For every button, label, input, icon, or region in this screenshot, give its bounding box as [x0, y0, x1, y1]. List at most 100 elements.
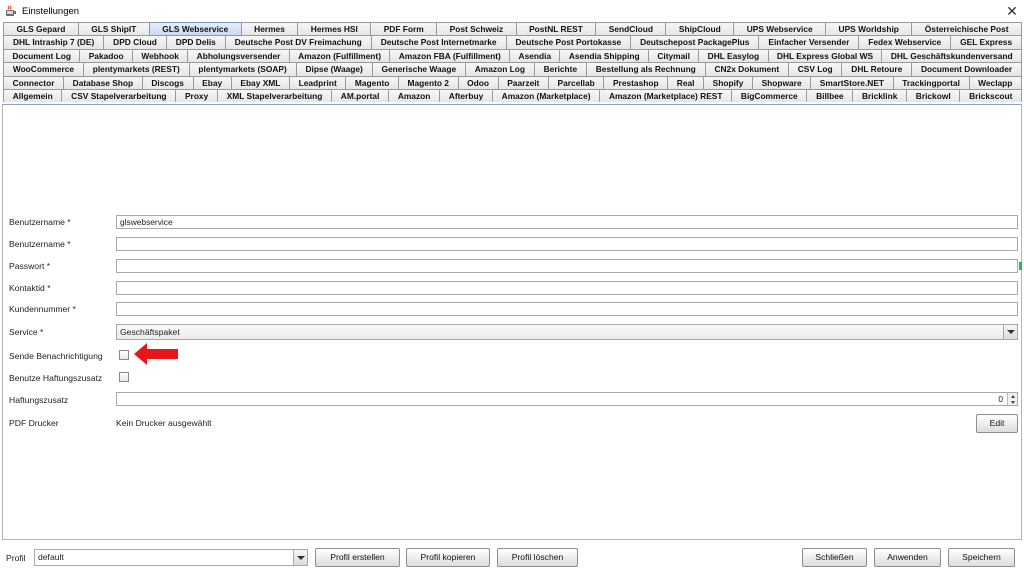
close-window-button[interactable]: ✕ [1000, 0, 1024, 22]
profil-loeschen-button[interactable]: Profil löschen [497, 548, 578, 567]
tab-generische-waage[interactable]: Generische Waage [371, 62, 466, 76]
speichern-button[interactable]: Speichern [948, 548, 1015, 567]
tab-odoo[interactable]: Odoo [457, 75, 499, 89]
tab-dpd-delis[interactable]: DPD Delis [165, 35, 226, 49]
tab-amazon-marketplace[interactable]: Amazon (Marketplace) [491, 88, 601, 103]
tab-österreichische-post[interactable]: Österreichische Post [911, 22, 1023, 36]
benutzername-input[interactable]: glswebservice [116, 215, 1018, 229]
tab-hermes[interactable]: Hermes [240, 22, 299, 36]
tab-gel-express[interactable]: GEL Express [950, 35, 1023, 49]
tab-asendia[interactable]: Asendia [509, 48, 561, 63]
tab-ups-worldship[interactable]: UPS Worldship [825, 22, 913, 36]
tab-ebay-xml[interactable]: Ebay XML [230, 75, 290, 89]
edit-printer-button[interactable]: Edit [976, 414, 1018, 433]
tab-plentymarkets-soap[interactable]: plentymarkets (SOAP) [188, 62, 297, 76]
tab-gls-gepard[interactable]: GLS Gepard [3, 22, 79, 36]
spinner-down-icon[interactable] [1008, 399, 1017, 405]
tab-connector[interactable]: Connector [3, 75, 65, 89]
tab-amazon[interactable]: Amazon [388, 88, 441, 103]
tab-einfacher-versender[interactable]: Einfacher Versender [758, 35, 860, 49]
tab-cn2x-dokument[interactable]: CN2x Dokument [704, 62, 789, 76]
tab-dpd-cloud[interactable]: DPD Cloud [103, 35, 167, 49]
tab-weclapp[interactable]: Weclapp [968, 75, 1023, 89]
tab-amazon-marketplace-rest[interactable]: Amazon (Marketplace) REST [599, 88, 733, 103]
tab-webhook[interactable]: Webhook [132, 48, 189, 63]
tab-fedex-webservice[interactable]: Fedex Webservice [858, 35, 952, 49]
tab-deutsche-post-internetmarke[interactable]: Deutsche Post Internetmarke [370, 35, 507, 49]
tab-dhl-geschäftskundenversand[interactable]: DHL Geschäftskundenversand [881, 48, 1022, 63]
tab-discogs[interactable]: Discogs [141, 75, 194, 89]
tab-pakadoo[interactable]: Pakadoo [79, 48, 134, 63]
tab-csv-log[interactable]: CSV Log [787, 62, 843, 76]
tab-abholungsversender[interactable]: Abholungsversender [187, 48, 290, 63]
tab-deutsche-post-portokasse[interactable]: Deutsche Post Portokasse [505, 35, 632, 49]
tab-brickscout[interactable]: Brickscout [959, 88, 1023, 103]
tab-paarzeit[interactable]: Paarzeit [497, 75, 549, 89]
tab-magento-2[interactable]: Magento 2 [397, 75, 459, 89]
tab-bestellung-als-rechnung[interactable]: Bestellung als Rechnung [585, 62, 706, 76]
tab-billbee[interactable]: Billbee [806, 88, 854, 103]
tab-shopify[interactable]: Shopify [703, 75, 753, 89]
tab-shipcloud[interactable]: ShipCloud [665, 22, 735, 36]
tab-database-shop[interactable]: Database Shop [63, 75, 143, 89]
tab-magento[interactable]: Magento [345, 75, 399, 89]
haftungszusatz-spinner[interactable]: 0 [116, 392, 1018, 406]
tab-brickowl[interactable]: Brickowl [906, 88, 961, 103]
chevron-down-icon[interactable] [293, 550, 307, 565]
tab-dipse-waage[interactable]: Dipse (Waage) [295, 62, 373, 76]
tab-deutsche-post-dv-freimachung[interactable]: Deutsche Post DV Freimachung [224, 35, 372, 49]
benutzername-2-input[interactable] [116, 237, 1018, 251]
passwort-input[interactable] [116, 259, 1018, 273]
tab-berichte[interactable]: Berichte [533, 62, 587, 76]
profil-kopieren-button[interactable]: Profil kopieren [406, 548, 490, 567]
tab-prestashop[interactable]: Prestashop [603, 75, 669, 89]
benutze-haftungszusatz-checkbox[interactable] [119, 372, 129, 382]
tab-postnl-rest[interactable]: PostNL REST [515, 22, 597, 36]
profil-erstellen-button[interactable]: Profil erstellen [315, 548, 400, 567]
tab-plentymarkets-rest[interactable]: plentymarkets (REST) [82, 62, 190, 76]
tab-csv-stapelverarbeitung[interactable]: CSV Stapelverarbeitung [61, 88, 177, 103]
tab-amazon-log[interactable]: Amazon Log [464, 62, 535, 76]
tab-ups-webservice[interactable]: UPS Webservice [733, 22, 827, 36]
tab-proxy[interactable]: Proxy [175, 88, 218, 103]
tab-afterbuy[interactable]: Afterbuy [439, 88, 493, 103]
tab-woocommerce[interactable]: WooCommerce [3, 62, 84, 76]
tab-document-log[interactable]: Document Log [3, 48, 81, 63]
tab-shopware[interactable]: Shopware [751, 75, 812, 89]
tab-dhl-intraship-7-de[interactable]: DHL Intraship 7 (DE) [3, 35, 105, 49]
tab-sendcloud[interactable]: SendCloud [595, 22, 667, 36]
tab-leadprint[interactable]: Leadprint [288, 75, 347, 89]
kontaktid-input[interactable] [116, 281, 1018, 295]
tab-trackingportal[interactable]: Trackingportal [892, 75, 970, 89]
tab-deutschepost-packageplus[interactable]: Deutschepost PackagePlus [630, 35, 760, 49]
tab-allgemein[interactable]: Allgemein [3, 88, 63, 103]
tab-bigcommerce[interactable]: BigCommerce [731, 88, 808, 103]
tab-dhl-retoure[interactable]: DHL Retoure [841, 62, 913, 76]
tab-amazon-fulfillment[interactable]: Amazon (Fulfillment) [288, 48, 391, 63]
tab-asendia-shipping[interactable]: Asendia Shipping [559, 48, 649, 63]
tab-post-schweiz[interactable]: Post Schweiz [436, 22, 517, 36]
tab-dhl-easylog[interactable]: DHL Easylog [698, 48, 769, 63]
tab-gls-webservice[interactable]: GLS Webservice [148, 22, 242, 36]
kundennummer-input[interactable] [116, 302, 1018, 316]
tab-parcellab[interactable]: Parcellab [547, 75, 605, 89]
tab-real[interactable]: Real [667, 75, 705, 89]
tab-gls-shipit[interactable]: GLS ShipIT [77, 22, 150, 36]
tab-document-downloader[interactable]: Document Downloader [911, 62, 1022, 76]
service-select[interactable]: Geschäftspaket [116, 324, 1018, 340]
tab-pdf-form[interactable]: PDF Form [370, 22, 438, 36]
tab-xml-stapelverarbeitung[interactable]: XML Stapelverarbeitung [216, 88, 333, 103]
schliessen-button[interactable]: Schließen [802, 548, 867, 567]
chevron-down-icon[interactable] [1003, 325, 1017, 339]
tab-amazon-fba-fulfillment[interactable]: Amazon FBA (Fulfillment) [389, 48, 511, 63]
tab-smartstore-net[interactable]: SmartStore.NET [810, 75, 894, 89]
tab-bricklink[interactable]: Bricklink [852, 88, 908, 103]
tab-am-portal[interactable]: AM.portal [331, 88, 390, 103]
profil-select[interactable]: default [34, 549, 308, 566]
tab-ebay[interactable]: Ebay [192, 75, 232, 89]
sende-benachrichtigung-checkbox[interactable] [119, 350, 129, 360]
anwenden-button[interactable]: Anwenden [874, 548, 941, 567]
tab-hermes-hsi[interactable]: Hermes HSI [297, 22, 372, 36]
tab-citymail[interactable]: Citymail [647, 48, 700, 63]
tab-dhl-express-global-ws[interactable]: DHL Express Global WS [767, 48, 883, 63]
